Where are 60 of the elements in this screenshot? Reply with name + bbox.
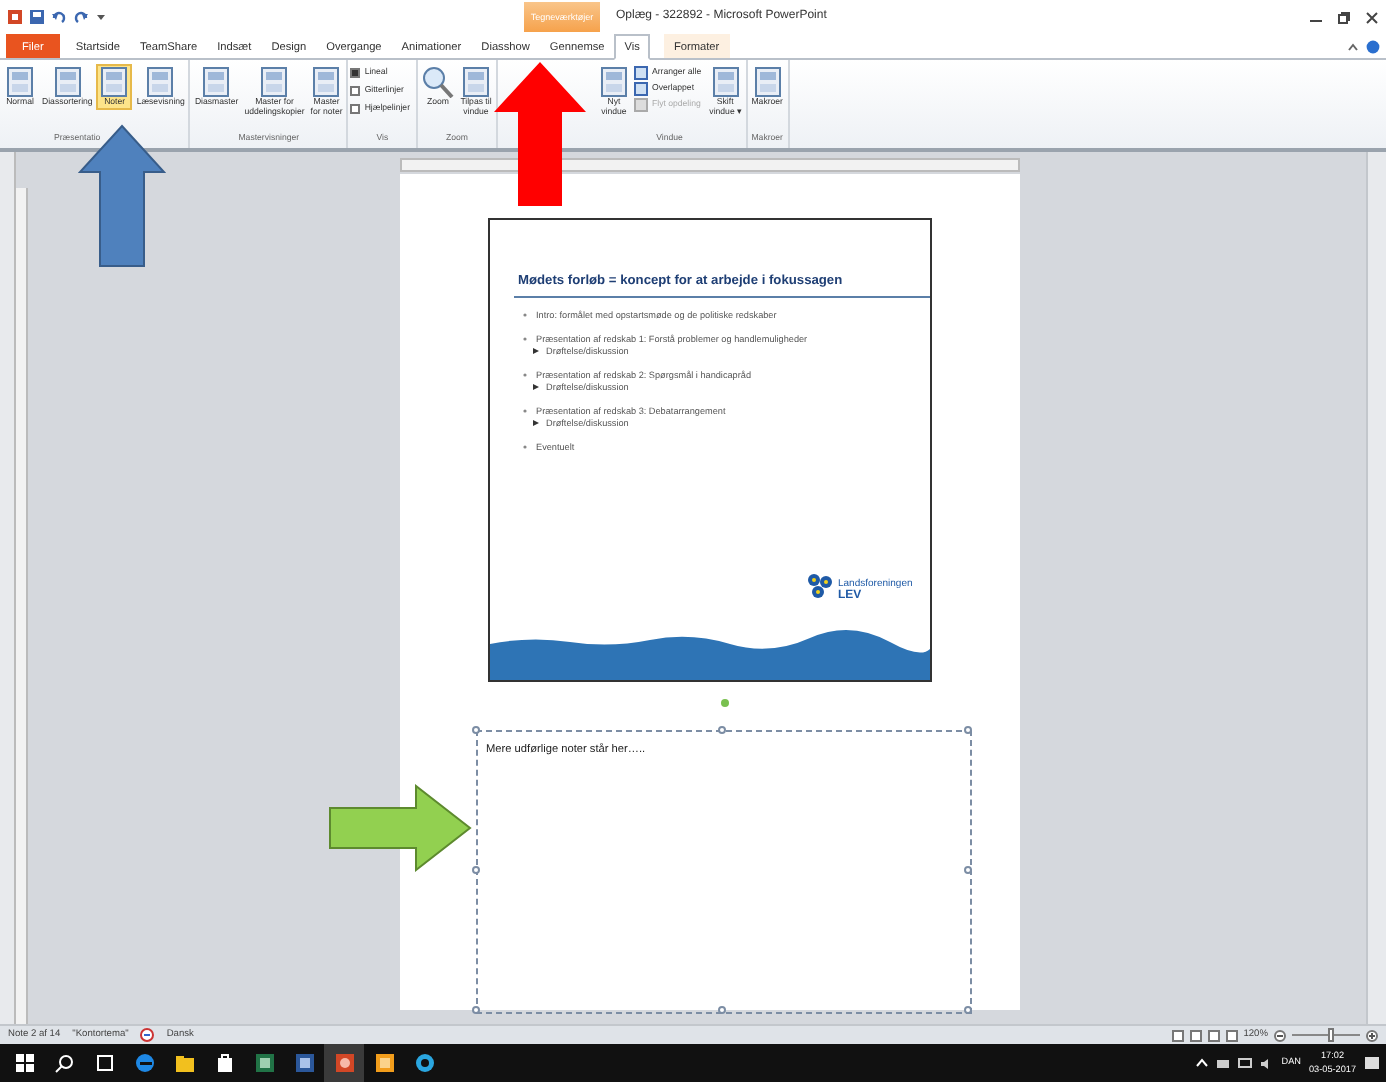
magnifier-icon (422, 66, 454, 98)
checkbox[interactable] (350, 68, 361, 78)
resize-handle[interactable] (472, 866, 480, 874)
volume-icon[interactable] (1259, 1057, 1274, 1069)
resize-handle[interactable] (964, 866, 972, 874)
scrollbar[interactable] (1366, 152, 1386, 1024)
battery-icon[interactable] (1215, 1057, 1230, 1069)
windows-icon (13, 1052, 35, 1074)
layout-icon (51, 66, 84, 98)
resize-handle[interactable] (472, 726, 480, 734)
layout-icon (460, 66, 492, 98)
app-icon[interactable] (8, 10, 22, 24)
redo-icon[interactable] (74, 10, 88, 24)
checkbox[interactable] (350, 104, 361, 114)
taskbar-button[interactable] (324, 1044, 364, 1082)
task-view-icon (93, 1052, 115, 1074)
zoom-in-icon[interactable] (1366, 1029, 1378, 1041)
save-icon[interactable] (30, 10, 44, 24)
rotation-handle[interactable] (720, 698, 730, 710)
spreadsheet-icon (253, 1052, 275, 1074)
resize-handle[interactable] (964, 1006, 972, 1014)
zoom-out-icon[interactable] (1274, 1029, 1286, 1041)
arrow-bullet-icon (532, 417, 540, 428)
resize-handle[interactable] (472, 1006, 480, 1014)
layout-icon (98, 66, 131, 98)
caret-icon[interactable] (96, 12, 106, 22)
right-arrow (328, 784, 472, 872)
edge-icon (133, 1052, 155, 1074)
help-icon[interactable] (1366, 39, 1380, 53)
arrow-bullet-icon (532, 381, 540, 392)
resize-handle[interactable] (718, 726, 726, 734)
layout-icon (598, 66, 630, 98)
restore-icon[interactable] (1338, 11, 1350, 23)
checkbox[interactable] (350, 86, 361, 96)
layout-icon (751, 66, 784, 98)
flower-logo-icon (806, 572, 834, 604)
presentation-icon (333, 1052, 355, 1074)
search-icon (53, 1052, 75, 1074)
layout-icon (310, 66, 343, 98)
folder-icon (173, 1052, 195, 1074)
collapse-ribbon-icon[interactable] (1348, 41, 1358, 51)
arrow-bullet-icon (532, 345, 540, 356)
close-icon[interactable] (1366, 11, 1378, 23)
spellcheck-icon[interactable] (140, 1028, 155, 1042)
browser-icon (413, 1052, 435, 1074)
shopping-bag-icon (213, 1052, 235, 1074)
layout-icon (200, 66, 233, 98)
layout-icon (144, 66, 177, 98)
layout-icon (258, 66, 291, 98)
notification-icon[interactable] (1364, 1055, 1380, 1071)
slider-thumb[interactable] (1328, 1028, 1335, 1042)
layout-icon (4, 66, 36, 98)
app-icon (373, 1052, 395, 1074)
document-icon (293, 1052, 315, 1074)
layout-icon (709, 66, 742, 98)
undo-icon[interactable] (52, 10, 66, 24)
resize-handle[interactable] (718, 1006, 726, 1014)
network-icon[interactable] (1237, 1057, 1252, 1069)
resize-handle[interactable] (964, 726, 972, 734)
chevron-icon[interactable] (1195, 1058, 1208, 1068)
